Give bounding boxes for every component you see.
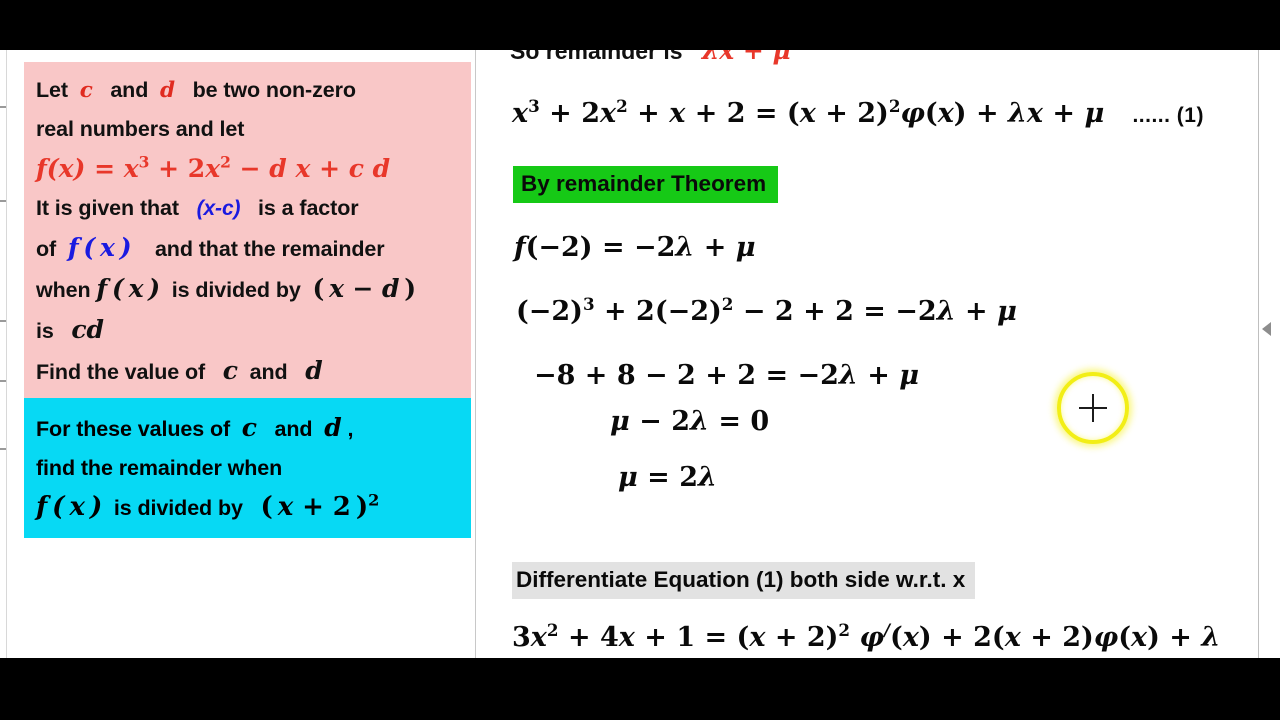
ruler-tick (0, 106, 6, 108)
ruler-tick (0, 448, 6, 450)
statement-mid-text: and (249, 360, 288, 384)
variable-d: d (305, 356, 323, 385)
statement-mid-text: is divided by (171, 278, 301, 302)
statement-pre-text: is (36, 319, 54, 343)
differentiate-banner: Differentiate Equation (1) both side w.r… (512, 562, 976, 599)
remainder-theorem-banner: By remainder Theorem (513, 166, 779, 203)
task-pre-text: For these values of (36, 417, 231, 441)
fx-symbol: f ( x ) (36, 492, 103, 522)
statement-mid-text: and (110, 78, 149, 102)
step-equation-2: (−2)3 + 2(−2)2 − 2 + 2 = −2λ + μ (516, 294, 1017, 327)
statement-line-5: of f ( x ) and that the remainder (36, 228, 471, 269)
statement-line-6: when f ( x ) is divided by ( x − d ) (36, 269, 471, 310)
collapse-panel-arrow-icon[interactable] (1262, 322, 1271, 336)
statement-pre-text: Let (36, 78, 68, 102)
statement-pre-text: Find the value of (36, 360, 206, 384)
step-equation-1: f(−2) = −2λ + μ (514, 232, 756, 263)
statement-post-text: is a factor (258, 196, 359, 220)
right-margin-rule (1258, 50, 1259, 658)
task-post-text: , (347, 417, 354, 441)
statement-pre-text: when (36, 278, 91, 302)
variable-c: c (222, 356, 238, 385)
fx-symbol: f ( x ) (96, 274, 161, 303)
task-mid-text: is divided by (113, 496, 243, 520)
remainder-value: cd (71, 315, 104, 344)
task-statement-box: For these values of c and d , find the r… (24, 398, 471, 538)
fx-symbol: f ( x ) (67, 233, 132, 262)
statement-line-4: It is given that (x-c) is a factor (36, 189, 471, 228)
statement-pre-text: It is given that (36, 196, 179, 220)
statement-post-text: and that the remainder (154, 237, 385, 261)
task-line-1: For these values of c and d , (36, 408, 471, 449)
variable-c: c (241, 413, 257, 442)
factor-expression: (x-c) (196, 197, 241, 220)
problem-statement-box: Let c and d be two non-zero real numbers… (24, 62, 471, 400)
step-equation-3: −8 + 8 − 2 + 2 = −2λ + μ (534, 360, 920, 391)
column-divider (475, 50, 476, 658)
ruler-tick (0, 380, 6, 382)
differentiate-label: Differentiate Equation (1) both side w.r… (516, 567, 966, 592)
cutoff-remainder-line: So remainder is λx + μ (510, 50, 791, 65)
variable-c: c (79, 78, 93, 103)
step-equation-4: μ − 2λ = 0 (610, 406, 770, 437)
statement-pre-text: of (36, 237, 57, 261)
statement-line-7: is cd (36, 310, 471, 351)
variable-d: d (160, 78, 175, 103)
derivative-equation: 3x2 + 4x + 1 = (x + 2)2 φ/(x) + 2(x + 2)… (512, 620, 1221, 653)
statement-line-1: Let c and d be two non-zero (36, 71, 471, 110)
statement-line-8: Find the value of c and d (36, 351, 471, 392)
cutoff-math: λx + μ (701, 50, 791, 65)
divisor-expression: ( x + 2 )2 (260, 490, 380, 522)
statement-post-text: be two non-zero (192, 78, 356, 102)
step-equation-5: μ = 2λ (618, 462, 717, 493)
video-frame: Let c and d be two non-zero real numbers… (0, 0, 1280, 720)
variable-d: d (324, 413, 342, 442)
statement-line-2: real numbers and let (36, 117, 245, 141)
slide-content-area: Let c and d be two non-zero real numbers… (0, 50, 1280, 658)
crosshair-cursor-icon (1079, 394, 1107, 422)
function-definition-equation: f(x) = x3 + 2x2 − d x + c d (36, 152, 391, 183)
task-mid-text: and (274, 417, 313, 441)
main-equation: x3 + 2x2 + x + 2 = (x + 2)2φ(x) + λx + μ… (512, 96, 1204, 129)
left-panel: Let c and d be two non-zero real numbers… (8, 50, 475, 658)
ruler-tick (0, 200, 6, 202)
remainder-theorem-label: By remainder Theorem (521, 171, 767, 196)
task-line-3: f ( x ) is divided by ( x + 2 )2 (36, 488, 471, 528)
ruler-tick (0, 320, 6, 322)
right-panel: So remainder is λx + μ x3 + 2x2 + x + 2 … (478, 50, 1256, 658)
left-margin-rule (6, 50, 7, 658)
task-line-2: find the remainder when (36, 456, 283, 480)
cutoff-text: So remainder is (510, 50, 683, 64)
equation-tag: ...... (1) (1132, 104, 1204, 127)
divisor-expression: ( x − d ) (312, 274, 416, 303)
